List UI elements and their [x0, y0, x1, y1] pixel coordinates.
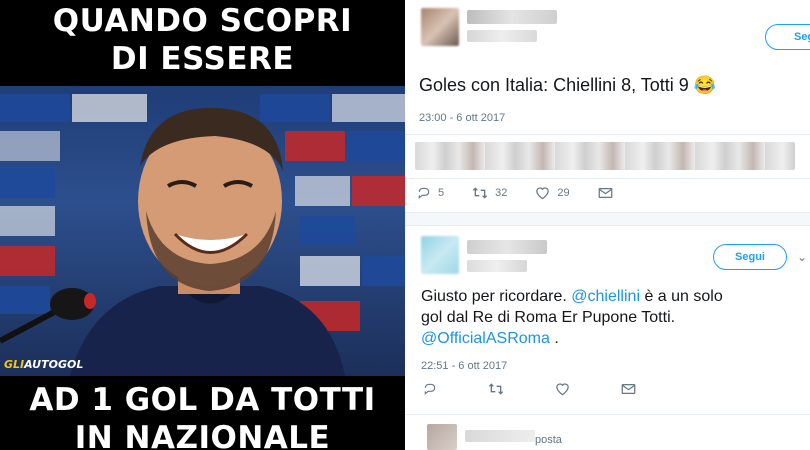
tweet2-mention-chiellini[interactable]: @chiellini	[571, 288, 640, 305]
tweet1-retweet-button[interactable]: 32	[472, 186, 507, 200]
reply-icon	[424, 383, 436, 395]
watermark-logo: GLIAUTOGOL	[4, 358, 83, 371]
tweet2-name-blurred	[467, 240, 547, 254]
tweet1-message-button[interactable]	[598, 187, 620, 199]
tweet2-retweet-button[interactable]	[488, 382, 511, 396]
tweet2-avatar-blurred	[421, 236, 459, 274]
retweet-icon	[472, 187, 488, 199]
tweet2-more-icon[interactable]: ⌄	[797, 250, 807, 264]
tweet1-reply-button[interactable]: 5	[417, 186, 444, 200]
tweet2-actions	[423, 382, 671, 396]
tweet2-follow-label: Segui	[735, 251, 765, 263]
tweet3-name-blurred	[465, 430, 535, 442]
player-illustration	[0, 94, 405, 376]
tweet2-text: Giusto per ricordare. @chiellini è a un …	[421, 286, 801, 349]
meme-top-caption: QUANDO SCOPRI DI ESSERE	[0, 2, 405, 78]
reply-icon	[418, 187, 430, 199]
tweet1-avatar-blurred	[421, 8, 459, 46]
tweet1-timestamp[interactable]: 23:00 - 6 ott 2017	[419, 112, 505, 124]
tweet2-line1-post: è a un solo	[640, 288, 723, 305]
tweet2-mention-asroma[interactable]: @OfficialASRoma	[421, 330, 550, 347]
tweet1-like-count: 29	[557, 187, 570, 199]
tweet1-actions: 5 32 29	[417, 186, 648, 200]
tweet1-divider-top	[405, 134, 810, 135]
tweet2-timestamp[interactable]: 22:51 - 6 ott 2017	[421, 360, 507, 372]
tweet3-avatar-blurred	[427, 424, 457, 450]
tweet1-name-blurred	[467, 10, 557, 24]
tweet3-partial-text: posta	[535, 434, 562, 446]
tweet1-follow-label: Seg	[794, 31, 810, 43]
heart-icon	[536, 187, 550, 200]
tweet2-follow-button[interactable]: Segui	[713, 244, 787, 270]
tweet1-reply-count: 5	[438, 187, 445, 199]
meme-top-line2: DI ESSERE	[110, 41, 295, 77]
tweets-separator	[405, 212, 810, 226]
tweet1-emoji: 😂	[693, 75, 717, 95]
meme-image: QUANDO SCOPRI DI ESSERE AD 1 GOL DA TOTT…	[0, 0, 405, 450]
tweet1-handle-blurred	[467, 30, 537, 42]
tweet1-body: Goles con Italia: Chiellini 8, Totti 9	[419, 75, 689, 95]
tweet2-line3-post: .	[549, 330, 559, 347]
meme-bottom-caption: AD 1 GOL DA TOTTI IN NAZIONALE	[0, 381, 405, 450]
tweet1-like-button[interactable]: 29	[535, 186, 570, 200]
retweet-icon	[488, 383, 504, 395]
watermark-part1: GLI	[4, 358, 25, 371]
meme-photo	[0, 86, 405, 376]
tweet2-line1-pre: Giusto per ricordare.	[421, 288, 572, 305]
tweet1-follow-button[interactable]: Seg	[765, 24, 810, 50]
tweet1-retweet-count: 32	[495, 187, 508, 199]
heart-icon	[556, 383, 569, 396]
tweet2-like-button[interactable]	[555, 382, 577, 396]
envelope-icon	[621, 384, 636, 394]
watermark-part2: AUTOGOL	[24, 358, 84, 371]
meme-bottom-line2: IN NAZIONALE	[74, 420, 331, 450]
tweet1-divider-bottom	[405, 178, 810, 179]
envelope-icon	[598, 188, 612, 198]
tweet2-message-button[interactable]	[621, 383, 643, 395]
tweet2-handle-blurred	[467, 260, 527, 272]
tweet1-stats-blurred	[415, 142, 795, 170]
tweet2-reply-button[interactable]	[423, 382, 444, 396]
meme-top-line1: QUANDO SCOPRI	[52, 3, 353, 39]
tweet1-text: Goles con Italia: Chiellini 8, Totti 9 😂	[419, 74, 716, 96]
twitter-panel: Seg Goles con Italia: Chiellini 8, Totti…	[405, 0, 810, 450]
tweet2-line2: gol dal Re di Roma Er Pupone Totti.	[421, 309, 676, 326]
tweet2-divider	[405, 414, 810, 415]
meme-bottom-line1: AD 1 GOL DA TOTTI	[29, 382, 376, 418]
